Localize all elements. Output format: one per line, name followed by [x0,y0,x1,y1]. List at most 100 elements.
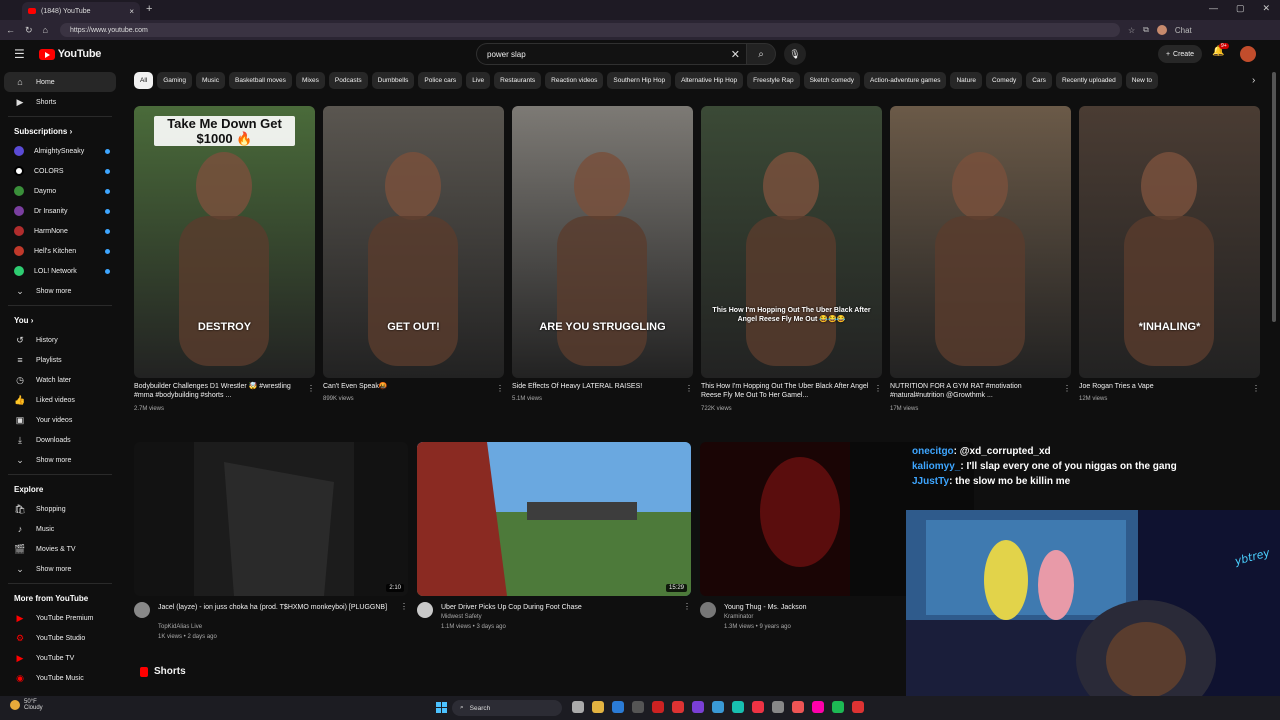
short-title[interactable]: Side Effects Of Heavy LATERAL RAISES! [512,382,682,391]
minimize-icon[interactable]: — [1209,3,1218,14]
sidebar-item-shopping[interactable]: 🛍 Shopping [0,499,120,519]
sidebar-item-subscription[interactable]: HarmNone [0,221,120,241]
video-thumbnail[interactable]: 2:10 [134,442,408,596]
scrollbar[interactable] [1272,72,1276,322]
sidebar-item-subscription[interactable]: COLORS [0,161,120,181]
close-tab-icon[interactable]: × [129,7,134,16]
short-title[interactable]: Joe Rogan Tries a Vape [1079,382,1249,391]
video-title[interactable]: Jacel (layze) - ion juss choka ha (prod.… [158,603,408,612]
notifications-button[interactable]: 🔔 9+ [1212,43,1229,57]
short-thumbnail[interactable]: This How I'm Hopping Out The Uber Black … [701,106,882,378]
sidebar-item-subscription[interactable]: Dr Insanity [0,201,120,221]
more-options-icon[interactable]: ⋮ [1063,384,1071,393]
filter-chip[interactable]: Freestyle Rap [747,72,800,89]
filter-chip[interactable]: Dumbbells [371,72,415,89]
sidebar-item-history[interactable]: ↺ History [0,330,120,350]
filter-chip[interactable]: Reaction videos [545,72,604,89]
sidebar-item-your-videos[interactable]: ▣ Your videos [0,410,120,430]
twitch-icon[interactable] [692,701,704,713]
search-button[interactable]: ⌕ [746,43,776,65]
you-heading[interactable]: You › [0,310,120,330]
short-thumbnail[interactable]: Take Me Down Get $1000 🔥 DESTROY [134,106,315,378]
extensions-icon[interactable]: ⧉ [1143,25,1149,35]
show-more-subscriptions[interactable]: ⌄ Show more [0,281,120,301]
sidebar-item-movies[interactable]: 🎬 Movies & TV [0,539,120,559]
app-icon[interactable] [652,701,664,713]
short-card[interactable]: NUTRITION FOR A GYM RAT #motivation #nat… [890,106,1071,412]
short-thumbnail[interactable]: *INHALING* [1079,106,1260,378]
app-icon[interactable] [812,701,824,713]
more-options-icon[interactable]: ⋮ [1252,384,1260,393]
back-icon[interactable]: ← [6,25,15,36]
filter-chip[interactable]: Police cars [418,72,463,89]
sidebar-item-yt-music[interactable]: ◉ YouTube Music [0,668,120,688]
taskbar-search[interactable]: ⌕ Search [452,700,562,716]
filter-chip[interactable]: Sketch comedy [803,72,860,89]
sidebar-item-subscription[interactable]: AlmightySneaky [0,141,120,161]
filter-chip[interactable]: All [134,72,154,89]
channel-avatar[interactable] [417,602,433,618]
sidebar-item-playlists[interactable]: ≡ Playlists [0,350,120,370]
channel-avatar[interactable] [134,602,150,618]
sidebar-item-downloads[interactable]: ⤓ Downloads [0,430,120,450]
menu-icon[interactable]: ☰ [14,47,25,61]
short-title[interactable]: NUTRITION FOR A GYM RAT #motivation #nat… [890,382,1060,400]
sidebar-item-studio[interactable]: ⚙ YouTube Studio [0,628,120,648]
sidebar-item-premium[interactable]: ▶ YouTube Premium [0,608,120,628]
app-icon[interactable] [852,701,864,713]
filter-chip[interactable]: Action-adventure games [864,72,947,89]
new-tab-icon[interactable]: + [146,3,152,15]
close-window-icon[interactable]: ✕ [1262,3,1270,14]
edge-icon[interactable] [732,701,744,713]
youtube-logo[interactable]: YouTube [38,48,101,60]
filter-chip[interactable]: Live [466,72,491,89]
filter-chip[interactable]: Southern Hip Hop [607,72,672,89]
filter-chip[interactable]: Nature [950,72,982,89]
video-card[interactable]: 2:10 Jacel (layze) - ion juss choka ha (p… [134,442,408,640]
short-thumbnail[interactable] [890,106,1071,378]
short-card[interactable]: This How I'm Hopping Out The Uber Black … [701,106,882,412]
short-card[interactable]: Take Me Down Get $1000 🔥 DESTROY Bodybuild… [134,106,315,412]
browser-tab[interactable]: (1848) YouTube × [22,2,140,20]
url-field[interactable]: https://www.youtube.com [59,23,1120,37]
filter-chip[interactable]: Gaming [157,72,192,89]
subscriptions-heading[interactable]: Subscriptions › [0,121,120,141]
avatar[interactable] [1240,46,1256,62]
app-icon[interactable] [792,701,804,713]
chevron-right-icon[interactable]: › [1252,75,1255,86]
video-card[interactable]: 15:29 Uber Driver Picks Up Cop During Foo… [417,442,691,630]
show-more-explore[interactable]: ⌄ Show more [0,559,120,579]
reload-icon[interactable]: ↻ [25,25,33,36]
sidebar-item-watch-later[interactable]: ◷ Watch later [0,370,120,390]
more-options-icon[interactable]: ⋮ [685,384,693,393]
chrome-icon[interactable] [712,701,724,713]
sidebar-item-home[interactable]: ⌂ Home [4,72,116,92]
channel-avatar[interactable] [700,602,716,618]
more-options-icon[interactable]: ⋮ [874,384,882,393]
channel-name[interactable]: TopKidAlias Live [158,624,202,630]
create-button[interactable]: + Create [1158,45,1202,63]
channel-name[interactable]: Kraminator [724,614,753,620]
sidebar-item-subscription[interactable]: LOL! Network [0,261,120,281]
filter-chip[interactable]: Recently uploaded [1055,72,1122,89]
more-options-icon[interactable]: ⋮ [496,384,504,393]
home-browser-icon[interactable]: ⌂ [43,25,48,36]
obs-icon[interactable] [632,701,644,713]
voice-search-button[interactable]: 🎙 [784,43,806,65]
filter-chip[interactable]: Mixes [295,72,325,89]
show-more-you[interactable]: ⌄ Show more [0,450,120,470]
youtube-app-icon[interactable] [672,701,684,713]
short-title[interactable]: Can't Even Speak🤬 [323,382,493,391]
spotify-icon[interactable] [832,701,844,713]
video-title[interactable]: Uber Driver Picks Up Cop During Foot Cha… [441,603,691,612]
short-thumbnail[interactable]: GET OUT! [323,106,504,378]
filter-chip[interactable]: Music [196,72,225,89]
app-icon[interactable] [752,701,764,713]
filter-chip[interactable]: Basketball moves [228,72,292,89]
sidebar-item-liked[interactable]: 👍 Liked videos [0,390,120,410]
filter-chip[interactable]: Restaurants [494,72,542,89]
sidebar-item-shorts[interactable]: ▶ Shorts [0,92,120,112]
windows-start-icon[interactable] [436,702,447,713]
more-options-icon[interactable]: ⋮ [683,602,691,611]
channel-name[interactable]: Midwest Safety [441,614,482,620]
